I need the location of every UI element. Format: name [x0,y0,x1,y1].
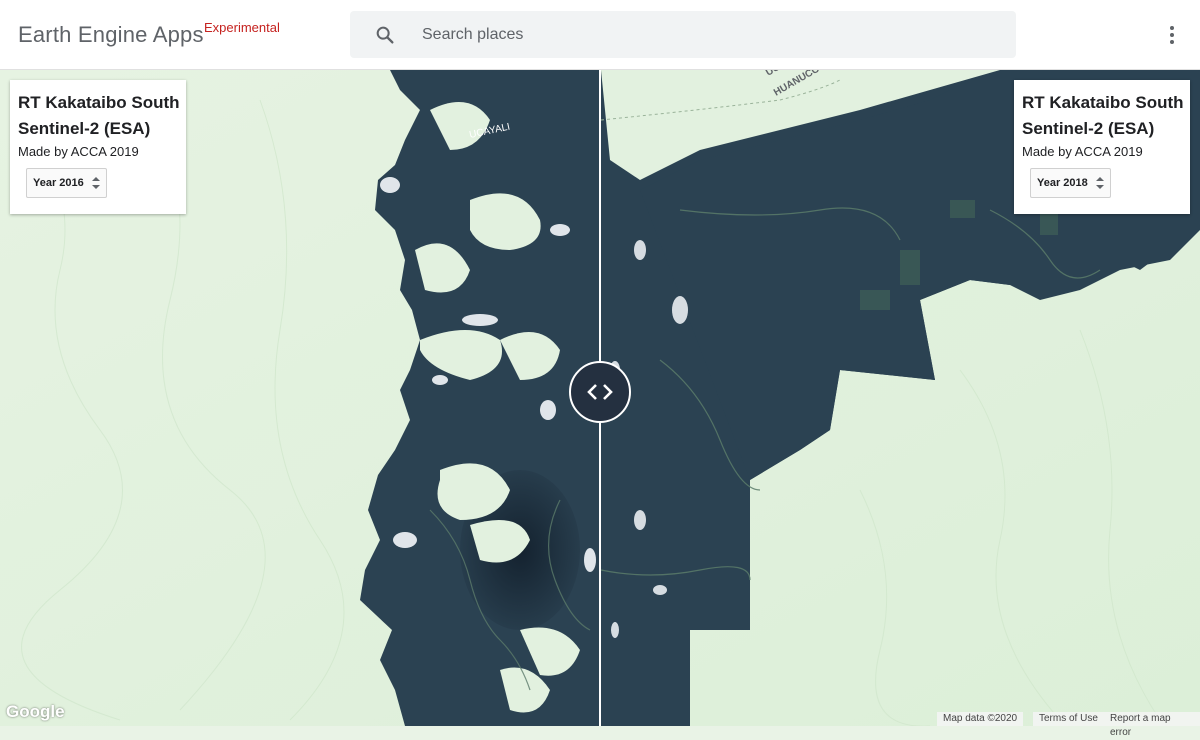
select-arrows-icon [91,177,100,189]
layer-panel-right: RT Kakataibo South Sentinel-2 (ESA) Made… [1014,80,1190,214]
swap-horizontal-icon[interactable] [569,361,631,423]
google-logo: Google [6,702,65,721]
terms-link[interactable]: Terms of Use [1033,712,1104,726]
panel-title-line1: RT Kakataibo South [18,93,180,112]
report-map-error-link[interactable]: Report a map error [1104,712,1200,738]
year-select-value: Year 2016 [33,177,84,189]
experimental-badge: Experimental [204,20,280,35]
panel-title-line1: RT Kakataibo South [1022,93,1184,112]
more-vert-icon[interactable] [1158,20,1186,50]
year-select-right[interactable]: Year 2018 [1030,168,1111,198]
panel-title-line2: Sentinel-2 (ESA) [18,119,151,138]
panel-title-line2: Sentinel-2 (ESA) [1022,119,1155,138]
map-data-attribution: Map data ©2020 [937,712,1024,726]
panel-subtitle: Made by ACCA 2019 [18,144,139,159]
layer-panel-left: RT Kakataibo South Sentinel-2 (ESA) Made… [10,80,186,214]
year-select-value: Year 2018 [1037,177,1088,189]
select-arrows-icon [1095,177,1104,189]
panel-subtitle: Made by ACCA 2019 [1022,144,1143,159]
search-bar[interactable] [350,11,1016,58]
app-title[interactable]: Earth Engine Apps [18,22,204,48]
search-icon[interactable] [374,24,396,46]
year-select-left[interactable]: Year 2016 [26,168,107,198]
search-input[interactable] [422,11,1002,58]
app-header: Earth Engine Apps Experimental [0,0,1200,70]
